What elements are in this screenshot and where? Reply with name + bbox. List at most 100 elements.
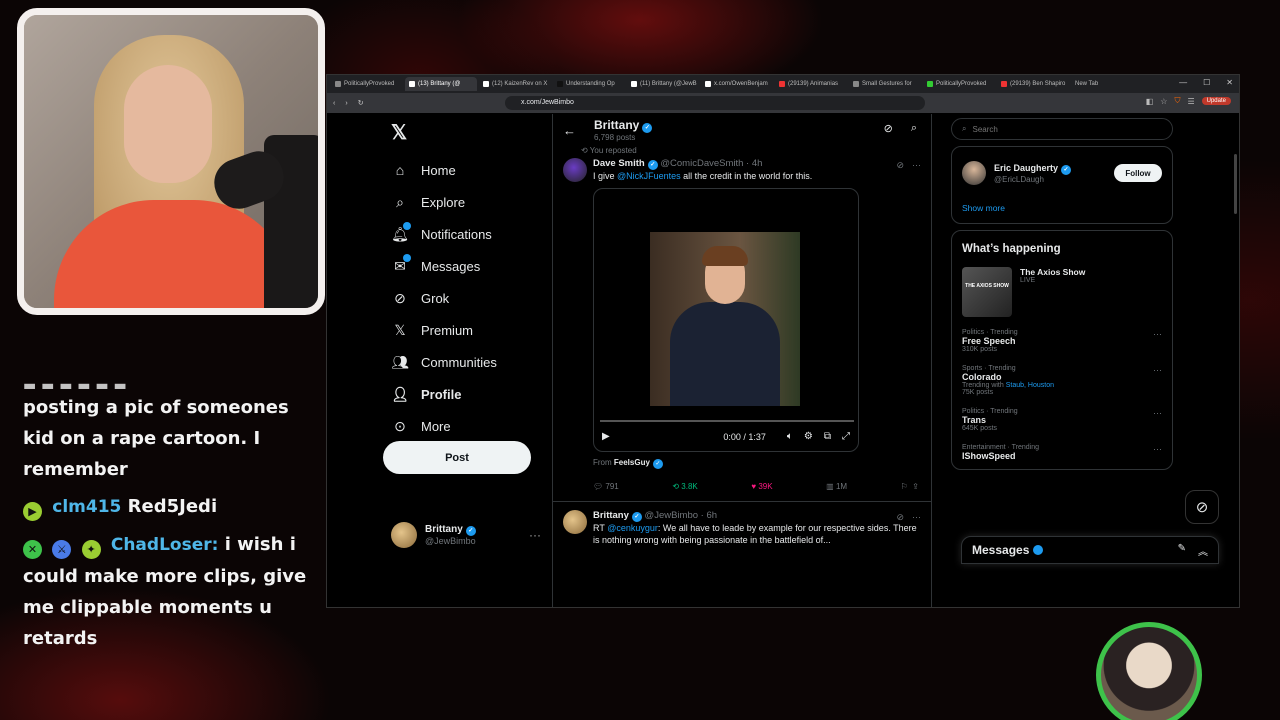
- grok-icon: ⊘: [1195, 499, 1209, 516]
- live-event[interactable]: THE AXIOS SHOW The Axios Show LIVE: [962, 267, 1162, 317]
- play-icon[interactable]: ▶: [602, 431, 610, 442]
- video-player[interactable]: ▶ 0:00 / 1:37 🔈︎ ⚙ ⧉ ⤢: [593, 188, 859, 452]
- browser-tab[interactable]: Understanding Op: [553, 77, 625, 91]
- mention-link[interactable]: @cenkuygur: [607, 523, 658, 533]
- browser-tab-active[interactable]: (13) Brittany (@: [405, 77, 477, 91]
- avatar[interactable]: [962, 161, 986, 185]
- x-logo-icon[interactable]: 𝕏: [391, 120, 553, 146]
- popout-icon[interactable]: ⧉: [824, 431, 831, 442]
- grok-icon[interactable]: ⊘: [884, 122, 893, 135]
- volume-icon[interactable]: 🔈︎: [787, 431, 793, 442]
- avatar[interactable]: [563, 158, 587, 182]
- browser-tab[interactable]: (12) KaizenRev on X: [479, 77, 551, 91]
- bookmark-star-icon[interactable]: ☆: [1160, 97, 1167, 106]
- more-dots-icon[interactable]: ···: [1153, 444, 1162, 454]
- back-arrow-icon[interactable]: ←: [563, 123, 576, 138]
- follow-suggestion[interactable]: Eric Daugherty ✓ @EricLDaugh Follow: [962, 161, 1162, 185]
- address-bar[interactable]: x.com/JewBimbo: [505, 96, 925, 110]
- browser-tab[interactable]: Small Gestures for: [849, 77, 921, 91]
- event-title: The Axios Show: [1020, 267, 1086, 277]
- tweet-handle: @ComicDaveSmith · 4h: [660, 158, 763, 169]
- more-circle-icon: ⊙: [394, 417, 406, 434]
- more-dots-icon[interactable]: ···: [1153, 408, 1162, 418]
- nav-messages[interactable]: ✉ Messages: [383, 250, 553, 282]
- search-input[interactable]: [972, 124, 1133, 134]
- tab-bar: PoliticallyProvoked (13) Brittany (@ (12…: [327, 75, 1239, 93]
- chat-text: Red5Jedi: [127, 496, 218, 517]
- tweet[interactable]: ⟲ You reposted Dave Smith ✓ @ComicDaveSmi…: [553, 146, 931, 502]
- brave-shield-icon[interactable]: ⛉: [1174, 96, 1180, 106]
- close-icon[interactable]: ✕: [1226, 78, 1233, 87]
- more-dots-icon[interactable]: ···: [529, 528, 541, 542]
- browser-tab[interactable]: (11) Brittany (@JewB: [627, 77, 699, 91]
- like-button[interactable]: ♥ 39K: [751, 482, 772, 491]
- home-icon: ⌂: [395, 162, 405, 178]
- source-name[interactable]: FeelsGuy: [614, 458, 650, 467]
- messages-drawer[interactable]: Messages ✎ ︽: [961, 536, 1219, 564]
- person-icon: 👤︎: [391, 385, 409, 402]
- reply-button[interactable]: 💬︎ 791: [593, 482, 619, 491]
- menu-icon[interactable]: ☰: [1187, 97, 1194, 106]
- video-progress-bar[interactable]: [600, 420, 854, 422]
- scrollbar[interactable]: [1234, 154, 1237, 214]
- nav-home[interactable]: ⌂ Home: [383, 154, 553, 186]
- more-dots-icon[interactable]: ···: [1153, 329, 1162, 339]
- post-button[interactable]: Post: [383, 441, 531, 474]
- section-title: What’s happening: [962, 243, 1061, 255]
- mention-link[interactable]: @NickJFuentes: [617, 171, 681, 181]
- minimize-icon[interactable]: —: [1179, 78, 1187, 87]
- account-switcher[interactable]: Brittany ✓ @JewBimbo ···: [391, 522, 541, 548]
- trend-links[interactable]: Staub, Houston: [1006, 382, 1054, 389]
- browser-tab[interactable]: New Tab: [1071, 77, 1143, 91]
- trend-item[interactable]: Sports · Trending Colorado Trending with…: [962, 365, 1162, 396]
- avatar: [391, 522, 417, 548]
- reload-icon[interactable]: ↻: [358, 99, 364, 107]
- nav-communities[interactable]: 👥︎ Communities: [383, 346, 553, 378]
- avatar[interactable]: [563, 510, 587, 534]
- nav-more[interactable]: ⊙ More: [383, 410, 553, 442]
- tweet-text: RT @cenkuygur: We all have to leade by e…: [593, 523, 917, 545]
- trend-item[interactable]: Politics · Trending Free Speech 310K pos…: [962, 329, 1162, 353]
- expand-icon[interactable]: ︽: [1198, 543, 1208, 558]
- nav-grok[interactable]: ⊘ Grok: [383, 282, 553, 314]
- browser-tab[interactable]: (29139) Ben Shapiro: [997, 77, 1069, 91]
- compose-message-icon[interactable]: ✎: [1178, 543, 1186, 558]
- tweet-menu[interactable]: ⊘ ···: [896, 160, 921, 171]
- browser-tab[interactable]: PoliticallyProvoked: [331, 77, 403, 91]
- trend-item[interactable]: Entertainment · Trending IShowSpeed ···: [962, 444, 1162, 461]
- tweet-author[interactable]: Brittany: [593, 510, 629, 521]
- search-icon[interactable]: ⌕: [911, 122, 917, 135]
- bookmark-share-buttons[interactable]: ⚐ ⇪: [901, 482, 919, 491]
- post-count: 6,798 posts: [594, 133, 636, 142]
- tweet[interactable]: Brittany ✓ @JewBimbo · 6h RT @cenkuygur: …: [553, 510, 931, 546]
- trend-item[interactable]: Politics · Trending Trans 645K posts ···: [962, 408, 1162, 432]
- show-more-link[interactable]: Show more: [962, 203, 1162, 213]
- forward-icon[interactable]: ›: [345, 100, 347, 107]
- repost-button[interactable]: ⟲ 3.8K: [672, 482, 697, 491]
- nav-notifications[interactable]: 🔔︎ Notifications: [383, 218, 553, 250]
- tweet-author[interactable]: Dave Smith: [593, 158, 645, 169]
- event-thumbnail: THE AXIOS SHOW: [962, 267, 1012, 317]
- nav-premium[interactable]: 𝕏 Premium: [383, 314, 553, 346]
- settings-gear-icon[interactable]: ⚙: [804, 431, 813, 442]
- video-frame[interactable]: [650, 232, 800, 406]
- nav-profile[interactable]: 👤︎ Profile: [383, 378, 553, 410]
- browser-tab[interactable]: x.com/OwenBenjam: [701, 77, 773, 91]
- search-box[interactable]: ⌕: [951, 118, 1173, 140]
- suggestion-name[interactable]: Eric Daugherty: [994, 163, 1058, 173]
- account-handle: @JewBimbo: [425, 536, 476, 546]
- back-icon[interactable]: ‹: [333, 100, 335, 107]
- x-premium-icon: 𝕏: [394, 321, 406, 338]
- fullscreen-icon[interactable]: ⤢: [842, 431, 850, 442]
- browser-tab[interactable]: PoliticallyProvoked: [923, 77, 995, 91]
- update-button[interactable]: Update: [1201, 97, 1231, 105]
- nav-explore[interactable]: ⌕ Explore: [383, 186, 553, 218]
- browser-tab[interactable]: (29139) Animanias: [775, 77, 847, 91]
- follow-button[interactable]: Follow: [1114, 164, 1162, 182]
- grok-floating-button[interactable]: ⊘: [1185, 490, 1219, 524]
- extension-icon[interactable]: ◧: [1146, 97, 1154, 106]
- maximize-icon[interactable]: ☐: [1203, 78, 1210, 87]
- more-dots-icon[interactable]: ···: [1153, 365, 1162, 375]
- views-button[interactable]: ▥ 1M: [826, 482, 847, 491]
- tweet-menu[interactable]: ⊘ ···: [896, 512, 921, 523]
